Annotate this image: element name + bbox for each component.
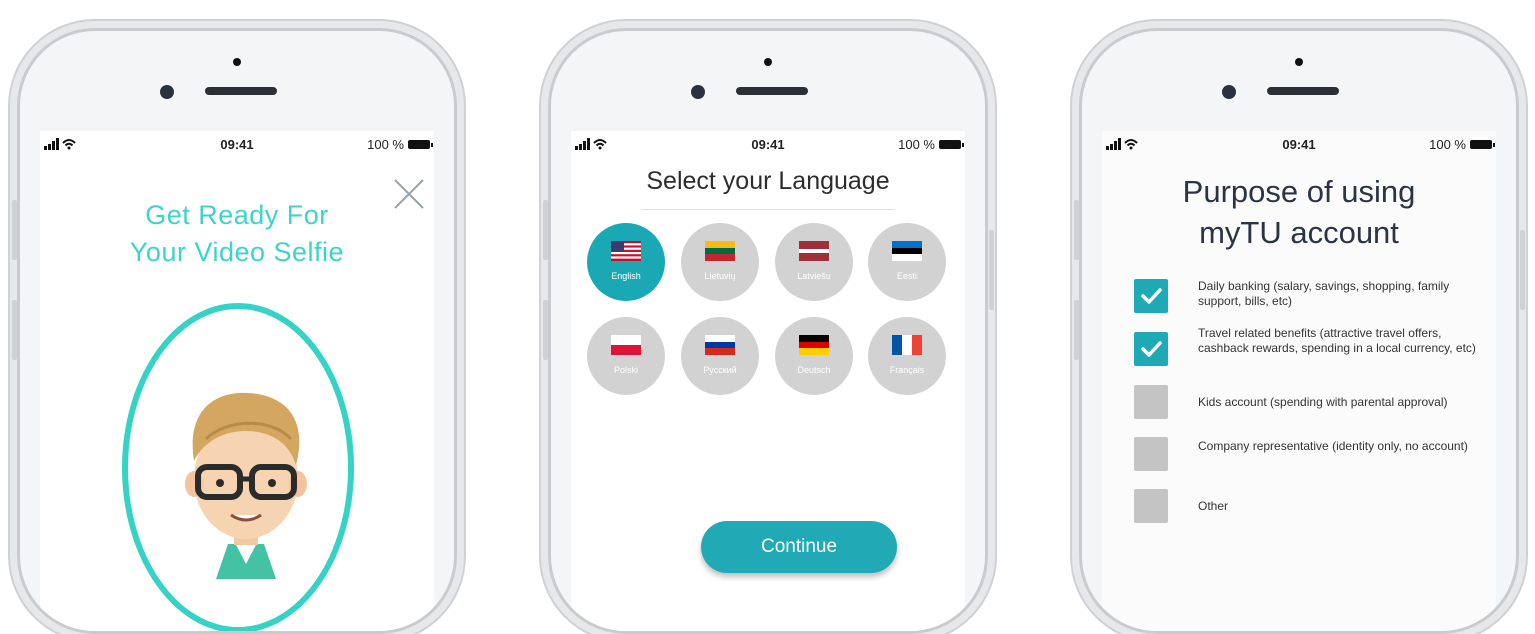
language-label: Русский xyxy=(703,365,737,375)
title-line-2: Your Video Selfie xyxy=(129,237,345,267)
language-option-english[interactable]: English xyxy=(587,223,665,301)
phone-frame-1: 09:41 100 % Get Ready For Your Video Sel… xyxy=(17,28,457,634)
proximity-sensor xyxy=(233,58,241,66)
earpiece-speaker xyxy=(1267,87,1339,95)
language-option-polski[interactable]: Polski xyxy=(587,317,665,395)
front-camera xyxy=(160,85,174,99)
language-label: Eesti xyxy=(896,271,917,281)
status-bar: 09:41 100 % xyxy=(40,131,434,157)
checkbox-unchecked[interactable] xyxy=(1134,489,1168,523)
language-option-eesti[interactable]: Eesti xyxy=(868,223,946,301)
language-option-russkiy[interactable]: Русский xyxy=(681,317,759,395)
front-camera xyxy=(1222,85,1236,99)
status-bar: 09:41 100 % xyxy=(1102,131,1496,157)
proximity-sensor xyxy=(1295,58,1303,66)
language-label: Latviešu xyxy=(797,271,831,281)
language-option-lietuviu[interactable]: Lietuvių xyxy=(681,223,759,301)
language-select-screen: 09:41 100 % Select your Language English… xyxy=(571,131,965,631)
language-label: Français xyxy=(889,365,925,375)
option-label: Kids account (spending with parental app… xyxy=(1198,395,1448,409)
russia-flag-icon xyxy=(705,335,735,355)
status-bar: 09:41 100 % xyxy=(571,131,965,157)
option-label: Other xyxy=(1198,499,1229,513)
avatar-illustration xyxy=(176,379,316,584)
title-line-2: myTU account xyxy=(1199,215,1399,250)
side-button xyxy=(543,200,548,260)
battery-indicator: 100 % xyxy=(1429,137,1495,152)
side-button xyxy=(1074,300,1079,360)
germany-flag-icon xyxy=(799,335,829,355)
front-camera xyxy=(691,85,705,99)
estonia-flag-icon xyxy=(892,241,922,261)
title-line-1: Purpose of using xyxy=(1182,174,1416,209)
battery-icon xyxy=(408,140,433,149)
checkbox-checked[interactable] xyxy=(1134,279,1168,313)
language-option-francais[interactable]: Français xyxy=(868,317,946,395)
earpiece-speaker xyxy=(205,87,277,95)
option-label: Daily banking (salary, savings, shopping… xyxy=(1198,279,1450,308)
checkbox-unchecked[interactable] xyxy=(1134,437,1168,471)
checkbox-unchecked[interactable] xyxy=(1134,385,1168,419)
page-title: Select your Language xyxy=(646,167,890,195)
latvia-flag-icon xyxy=(799,241,829,261)
battery-percent: 100 % xyxy=(898,137,935,152)
side-button xyxy=(543,300,548,360)
battery-indicator: 100 % xyxy=(367,137,433,152)
language-label: Deutsch xyxy=(797,365,831,375)
divider xyxy=(641,209,895,210)
video-selfie-screen: 09:41 100 % Get Ready For Your Video Sel… xyxy=(40,131,434,631)
language-label: Lietuvių xyxy=(704,271,736,281)
language-label: Polski xyxy=(613,365,638,375)
us-flag-icon xyxy=(611,241,641,261)
checkmark-icon xyxy=(1141,288,1162,304)
battery-percent: 100 % xyxy=(367,137,404,152)
page-title: Purpose of using myTU account xyxy=(1102,171,1496,253)
battery-percent: 100 % xyxy=(1429,137,1466,152)
side-button xyxy=(989,230,994,310)
account-purpose-screen: 09:41 100 % Purpose of using myTU accoun… xyxy=(1102,131,1496,631)
phone-frame-3: 09:41 100 % Purpose of using myTU accoun… xyxy=(1079,28,1519,634)
side-button xyxy=(12,200,17,260)
checkmark-icon xyxy=(1141,341,1162,357)
proximity-sensor xyxy=(764,58,772,66)
language-label: English xyxy=(611,271,641,281)
title-line-1: Get Ready For xyxy=(145,200,329,230)
lithuania-flag-icon xyxy=(705,241,735,261)
language-option-latviesu[interactable]: Latviešu xyxy=(775,223,853,301)
checkbox-checked[interactable] xyxy=(1134,332,1168,366)
france-flag-icon xyxy=(892,335,922,355)
page-title: Get Ready For Your Video Selfie xyxy=(40,197,434,271)
side-button xyxy=(1520,230,1525,310)
side-button xyxy=(12,300,17,360)
side-button xyxy=(1074,200,1079,260)
continue-button[interactable]: Continue xyxy=(701,521,897,573)
battery-icon xyxy=(1470,140,1495,149)
option-label: Travel related benefits (attractive trav… xyxy=(1198,326,1476,355)
earpiece-speaker xyxy=(736,87,808,95)
poland-flag-icon xyxy=(611,335,641,355)
option-label: Company representative (identity only, n… xyxy=(1198,439,1468,453)
battery-icon xyxy=(939,140,964,149)
battery-indicator: 100 % xyxy=(898,137,964,152)
language-option-deutsch[interactable]: Deutsch xyxy=(775,317,853,395)
phone-frame-2: 09:41 100 % Select your Language English… xyxy=(548,28,988,634)
